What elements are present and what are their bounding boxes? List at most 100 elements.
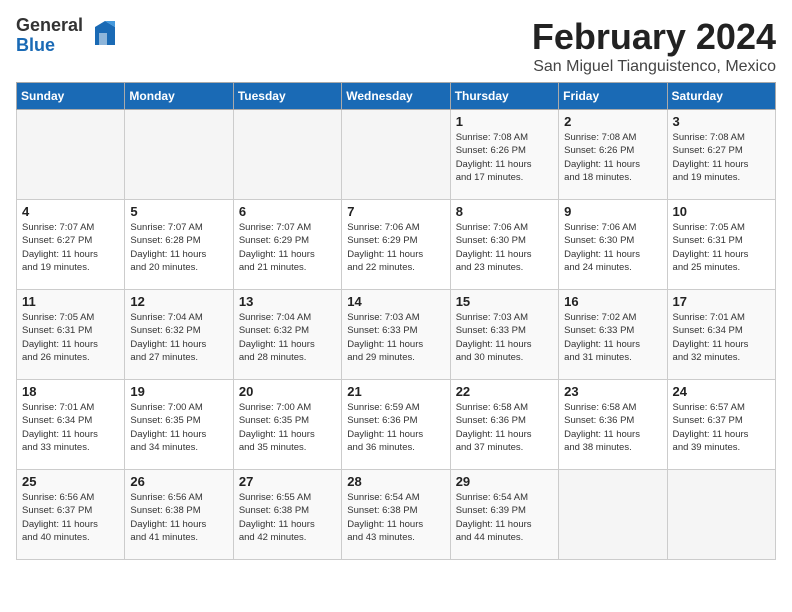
day-number: 29 — [456, 474, 553, 489]
calendar-cell: 29 Sunrise: 6:54 AM Sunset: 6:39 PM Dayli… — [450, 470, 558, 560]
day-info: Sunrise: 7:03 AM Sunset: 6:33 PM Dayligh… — [456, 311, 553, 364]
day-number: 23 — [564, 384, 661, 399]
weekday-header-tuesday: Tuesday — [233, 83, 341, 110]
day-number: 7 — [347, 204, 444, 219]
day-number: 19 — [130, 384, 227, 399]
calendar-cell: 2 Sunrise: 7:08 AM Sunset: 6:26 PM Daylig… — [559, 110, 667, 200]
calendar-cell: 11 Sunrise: 7:05 AM Sunset: 6:31 PM Dayli… — [17, 290, 125, 380]
calendar-cell: 28 Sunrise: 6:54 AM Sunset: 6:38 PM Dayli… — [342, 470, 450, 560]
day-number: 27 — [239, 474, 336, 489]
calendar-cell — [559, 470, 667, 560]
day-info: Sunrise: 7:06 AM Sunset: 6:30 PM Dayligh… — [564, 221, 661, 274]
day-number: 11 — [22, 294, 119, 309]
day-number: 14 — [347, 294, 444, 309]
calendar-cell: 7 Sunrise: 7:06 AM Sunset: 6:29 PM Daylig… — [342, 200, 450, 290]
day-info: Sunrise: 7:00 AM Sunset: 6:35 PM Dayligh… — [130, 401, 227, 454]
day-info: Sunrise: 6:56 AM Sunset: 6:37 PM Dayligh… — [22, 491, 119, 544]
calendar-cell — [17, 110, 125, 200]
calendar-cell: 19 Sunrise: 7:00 AM Sunset: 6:35 PM Dayli… — [125, 380, 233, 470]
calendar-table: SundayMondayTuesdayWednesdayThursdayFrid… — [16, 82, 776, 560]
day-number: 17 — [673, 294, 770, 309]
calendar-cell: 26Sunrise: 6:56 AM Sunset: 6:38 PM Dayli… — [125, 470, 233, 560]
day-info: Sunrise: 6:59 AM Sunset: 6:36 PM Dayligh… — [347, 401, 444, 454]
calendar-cell: 18 Sunrise: 7:01 AM Sunset: 6:34 PM Dayli… — [17, 380, 125, 470]
calendar-cell: 10 Sunrise: 7:05 AM Sunset: 6:31 PM Dayli… — [667, 200, 775, 290]
day-number: 5 — [130, 204, 227, 219]
calendar-cell: 4 Sunrise: 7:07 AM Sunset: 6:27 PM Daylig… — [17, 200, 125, 290]
logo-icon — [87, 17, 119, 54]
day-number: 6 — [239, 204, 336, 219]
logo-blue: Blue — [16, 36, 83, 56]
logo-general: General — [16, 16, 83, 36]
page-header: General Blue February 2024 San Miguel Ti… — [16, 16, 776, 76]
calendar-cell: 14 Sunrise: 7:03 AM Sunset: 6:33 PM Dayli… — [342, 290, 450, 380]
day-number: 9 — [564, 204, 661, 219]
calendar-cell: 24Sunrise: 6:57 AM Sunset: 6:37 PM Dayli… — [667, 380, 775, 470]
calendar-cell — [342, 110, 450, 200]
day-number: 15 — [456, 294, 553, 309]
calendar-cell: 21 Sunrise: 6:59 AM Sunset: 6:36 PM Dayli… — [342, 380, 450, 470]
day-info: Sunrise: 7:01 AM Sunset: 6:34 PM Dayligh… — [22, 401, 119, 454]
day-number: 13 — [239, 294, 336, 309]
day-info: Sunrise: 6:58 AM Sunset: 6:36 PM Dayligh… — [456, 401, 553, 454]
month-title: February 2024 — [532, 16, 776, 58]
day-info: Sunrise: 7:00 AM Sunset: 6:35 PM Dayligh… — [239, 401, 336, 454]
weekday-header-thursday: Thursday — [450, 83, 558, 110]
day-info: Sunrise: 7:08 AM Sunset: 6:26 PM Dayligh… — [456, 131, 553, 184]
calendar-cell: 27 Sunrise: 6:55 AM Sunset: 6:38 PM Dayli… — [233, 470, 341, 560]
weekday-header-monday: Monday — [125, 83, 233, 110]
day-info: Sunrise: 6:57 AM Sunset: 6:37 PM Dayligh… — [673, 401, 770, 454]
day-number: 10 — [673, 204, 770, 219]
calendar-cell: 25 Sunrise: 6:56 AM Sunset: 6:37 PM Dayli… — [17, 470, 125, 560]
weekday-header-friday: Friday — [559, 83, 667, 110]
title-area: February 2024 San Miguel Tianguistenco, … — [532, 16, 776, 76]
day-info: Sunrise: 7:05 AM Sunset: 6:31 PM Dayligh… — [673, 221, 770, 274]
calendar-cell: 3 Sunrise: 7:08 AM Sunset: 6:27 PM Daylig… — [667, 110, 775, 200]
calendar-cell: 6 Sunrise: 7:07 AM Sunset: 6:29 PM Daylig… — [233, 200, 341, 290]
day-info: Sunrise: 7:06 AM Sunset: 6:29 PM Dayligh… — [347, 221, 444, 274]
logo-area: General Blue — [16, 16, 119, 56]
day-number: 20 — [239, 384, 336, 399]
calendar-cell: 22 Sunrise: 6:58 AM Sunset: 6:36 PM Dayli… — [450, 380, 558, 470]
day-number: 25 — [22, 474, 119, 489]
day-info: Sunrise: 6:54 AM Sunset: 6:39 PM Dayligh… — [456, 491, 553, 544]
day-info: Sunrise: 7:03 AM Sunset: 6:33 PM Dayligh… — [347, 311, 444, 364]
calendar-cell: 5 Sunrise: 7:07 AM Sunset: 6:28 PM Daylig… — [125, 200, 233, 290]
calendar-cell — [233, 110, 341, 200]
day-number: 16 — [564, 294, 661, 309]
calendar-cell: 17Sunrise: 7:01 AM Sunset: 6:34 PM Dayli… — [667, 290, 775, 380]
day-number: 18 — [22, 384, 119, 399]
calendar-cell: 15 Sunrise: 7:03 AM Sunset: 6:33 PM Dayli… — [450, 290, 558, 380]
day-number: 4 — [22, 204, 119, 219]
day-number: 21 — [347, 384, 444, 399]
day-info: Sunrise: 6:54 AM Sunset: 6:38 PM Dayligh… — [347, 491, 444, 544]
day-number: 3 — [673, 114, 770, 129]
day-info: Sunrise: 7:08 AM Sunset: 6:27 PM Dayligh… — [673, 131, 770, 184]
logo-text: General Blue — [16, 16, 83, 56]
day-info: Sunrise: 6:58 AM Sunset: 6:36 PM Dayligh… — [564, 401, 661, 454]
day-info: Sunrise: 6:56 AM Sunset: 6:38 PM Dayligh… — [130, 491, 227, 544]
calendar-cell: 20 Sunrise: 7:00 AM Sunset: 6:35 PM Dayli… — [233, 380, 341, 470]
day-info: Sunrise: 7:07 AM Sunset: 6:28 PM Dayligh… — [130, 221, 227, 274]
day-info: Sunrise: 7:05 AM Sunset: 6:31 PM Dayligh… — [22, 311, 119, 364]
day-info: Sunrise: 7:07 AM Sunset: 6:29 PM Dayligh… — [239, 221, 336, 274]
day-info: Sunrise: 7:06 AM Sunset: 6:30 PM Dayligh… — [456, 221, 553, 274]
calendar-cell: 8 Sunrise: 7:06 AM Sunset: 6:30 PM Daylig… — [450, 200, 558, 290]
day-info: Sunrise: 7:08 AM Sunset: 6:26 PM Dayligh… — [564, 131, 661, 184]
calendar-cell — [667, 470, 775, 560]
day-number: 12 — [130, 294, 227, 309]
weekday-header-saturday: Saturday — [667, 83, 775, 110]
day-info: Sunrise: 7:02 AM Sunset: 6:33 PM Dayligh… — [564, 311, 661, 364]
day-number: 1 — [456, 114, 553, 129]
day-number: 8 — [456, 204, 553, 219]
calendar-cell: 9 Sunrise: 7:06 AM Sunset: 6:30 PM Daylig… — [559, 200, 667, 290]
day-info: Sunrise: 7:04 AM Sunset: 6:32 PM Dayligh… — [239, 311, 336, 364]
day-info: Sunrise: 7:07 AM Sunset: 6:27 PM Dayligh… — [22, 221, 119, 274]
weekday-header-wednesday: Wednesday — [342, 83, 450, 110]
day-number: 28 — [347, 474, 444, 489]
calendar-cell: 23 Sunrise: 6:58 AM Sunset: 6:36 PM Dayli… — [559, 380, 667, 470]
day-number: 2 — [564, 114, 661, 129]
calendar-cell: 12Sunrise: 7:04 AM Sunset: 6:32 PM Dayli… — [125, 290, 233, 380]
day-number: 22 — [456, 384, 553, 399]
day-info: Sunrise: 6:55 AM Sunset: 6:38 PM Dayligh… — [239, 491, 336, 544]
